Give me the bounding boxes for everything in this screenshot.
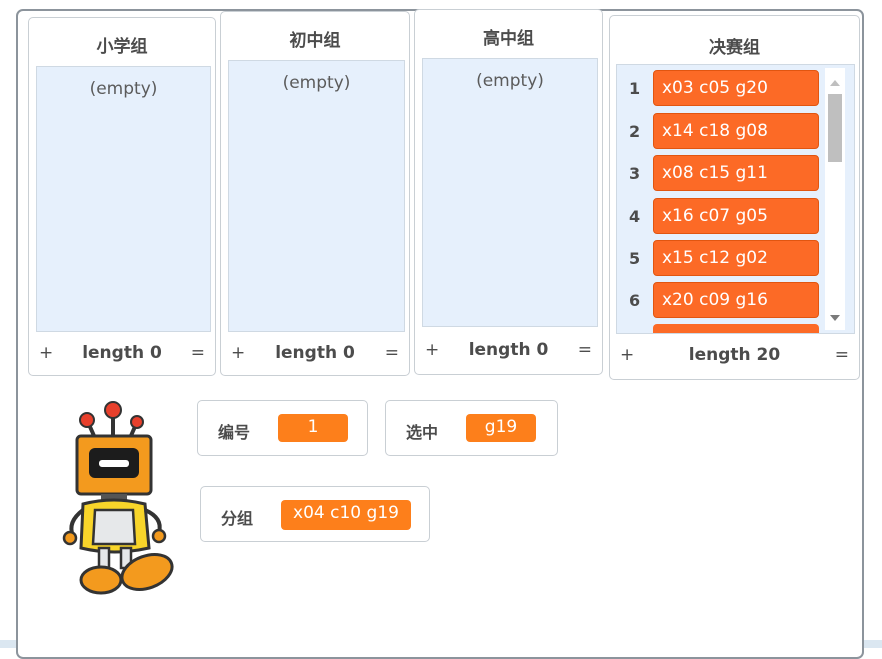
empty-label: (empty)	[282, 73, 351, 93]
list-length: length 0	[468, 340, 549, 360]
list-item-partial[interactable]	[653, 324, 819, 333]
list-length: length 0	[275, 343, 355, 363]
variable-value: x04 c10 g19	[281, 500, 411, 530]
empty-label: (empty)	[89, 79, 158, 99]
list-contents[interactable]: 1 x03 c05 g20 2 x14 c18 g08 3 x08 c15 g1…	[616, 64, 855, 334]
list-length: length 20	[688, 345, 781, 365]
list-contents[interactable]: (empty)	[228, 60, 405, 332]
list-title: 小学组	[96, 37, 148, 57]
list-title: 决赛组	[709, 38, 760, 58]
variable-monitor-number[interactable]: 编号 1	[197, 400, 368, 456]
list-footer: + length 20 =	[610, 345, 859, 371]
list-contents[interactable]: (empty)	[422, 58, 598, 327]
list-monitor-high[interactable]: 高中组 (empty) + length 0 =	[414, 9, 603, 375]
item-index: 6	[629, 291, 641, 310]
scroll-thumb[interactable]	[828, 94, 842, 162]
scroll-down-arrow-icon[interactable]	[830, 315, 840, 321]
scrollbar[interactable]	[825, 68, 845, 330]
variable-label: 分组	[221, 509, 254, 528]
robot-sprite-icon[interactable]	[55, 398, 185, 598]
item-index: 4	[629, 207, 641, 226]
item-value[interactable]: x08 c15 g11	[653, 155, 819, 191]
list-title: 高中组	[483, 29, 534, 49]
variable-label: 编号	[218, 423, 251, 442]
list-footer: + length 0 =	[415, 340, 602, 366]
list-length: length 0	[82, 343, 162, 363]
variable-value: 1	[278, 414, 348, 442]
item-value[interactable]: x14 c18 g08	[653, 113, 819, 149]
variable-monitor-selected[interactable]: 选中 g19	[385, 400, 558, 456]
item-index: 1	[629, 79, 641, 98]
variable-monitor-group[interactable]: 分组 x04 c10 g19	[200, 486, 430, 542]
item-index: 5	[629, 249, 641, 268]
item-value[interactable]: x16 c07 g05	[653, 198, 819, 234]
item-value[interactable]: x15 c12 g02	[653, 240, 819, 276]
item-index: 2	[629, 122, 641, 141]
resize-handle[interactable]: =	[191, 343, 205, 363]
list-monitor-final[interactable]: 决赛组 1 x03 c05 g20 2 x14 c18 g08 3 x08 c1…	[609, 15, 860, 380]
list-contents[interactable]: (empty)	[36, 66, 211, 332]
list-monitor-elementary[interactable]: 小学组 (empty) + length 0 =	[28, 17, 216, 376]
item-value[interactable]: x03 c05 g20	[653, 70, 819, 106]
resize-handle[interactable]: =	[835, 345, 849, 365]
item-index: 3	[629, 164, 641, 183]
variable-value: g19	[466, 414, 536, 442]
resize-handle[interactable]: =	[578, 340, 592, 360]
list-footer: + length 0 =	[221, 343, 409, 369]
list-footer: + length 0 =	[29, 343, 215, 369]
scroll-up-arrow-icon[interactable]	[830, 80, 840, 86]
resize-handle[interactable]: =	[385, 343, 399, 363]
item-value[interactable]: x20 c09 g16	[653, 282, 819, 318]
list-monitor-middle[interactable]: 初中组 (empty) + length 0 =	[220, 11, 410, 376]
variable-label: 选中	[406, 423, 439, 442]
list-title: 初中组	[289, 31, 341, 51]
empty-label: (empty)	[476, 71, 544, 91]
